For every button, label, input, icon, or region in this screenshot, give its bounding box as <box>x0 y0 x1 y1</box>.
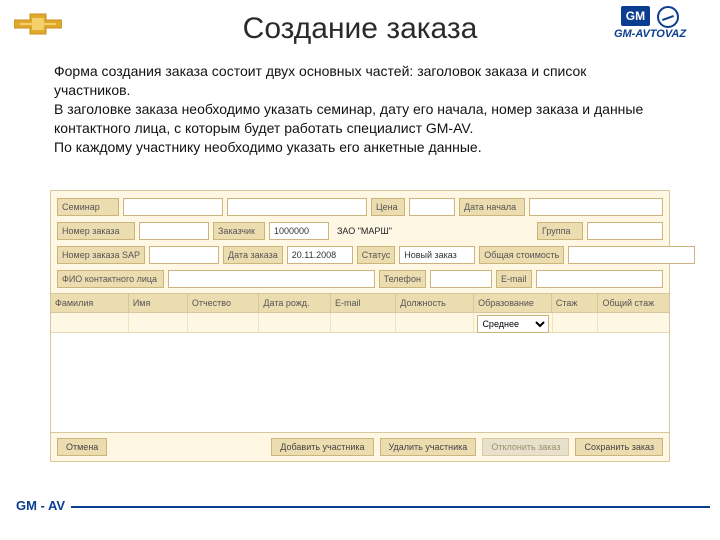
table-row[interactable]: Среднее <box>51 313 669 333</box>
th-position[interactable]: Должность <box>396 294 474 312</box>
delete-participant-button[interactable]: Удалить участника <box>380 438 477 456</box>
th-experience[interactable]: Стаж <box>552 294 599 312</box>
label-order-no: Номер заказа <box>57 222 135 240</box>
th-birth[interactable]: Дата рожд. <box>259 294 331 312</box>
price-input[interactable] <box>409 198 455 216</box>
save-order-button[interactable]: Сохранить заказ <box>575 438 663 456</box>
label-total-cost: Общая стоимость <box>479 246 564 264</box>
seminar-code-input[interactable] <box>123 198 223 216</box>
contact-fio-input[interactable] <box>168 270 374 288</box>
order-form-panel: Семинар Цена Дата начала Номер заказа За… <box>50 190 670 462</box>
label-status: Статус <box>357 246 395 264</box>
order-date-input[interactable] <box>287 246 353 264</box>
customer-name-text: ЗАО "МАРШ" <box>333 226 396 236</box>
form-footer-bar: Отмена Добавить участника Удалить участн… <box>51 433 669 461</box>
email-input[interactable] <box>536 270 663 288</box>
order-no-input[interactable] <box>139 222 209 240</box>
label-email: E-mail <box>496 270 532 288</box>
intro-paragraph-3: По каждому участнику необходимо указать … <box>54 138 666 157</box>
th-patronymic[interactable]: Отчество <box>188 294 260 312</box>
label-order-sap: Номер заказа SAP <box>57 246 145 264</box>
page-title: Создание заказа <box>0 12 720 46</box>
page-footer: GM - AV <box>10 506 710 530</box>
group-input[interactable] <box>587 222 663 240</box>
status-input[interactable] <box>399 246 475 264</box>
th-total-experience[interactable]: Общий стаж <box>598 294 669 312</box>
total-cost-input[interactable] <box>568 246 695 264</box>
customer-code-input[interactable] <box>269 222 329 240</box>
label-customer: Заказчик <box>213 222 265 240</box>
education-select[interactable]: Среднее <box>477 315 548 333</box>
th-name[interactable]: Имя <box>129 294 188 312</box>
label-group: Группа <box>537 222 583 240</box>
th-education[interactable]: Образование <box>474 294 552 312</box>
intro-text: Форма создания заказа состоит двух основ… <box>54 62 666 156</box>
label-phone: Телефон <box>379 270 426 288</box>
add-participant-button[interactable]: Добавить участника <box>271 438 373 456</box>
th-email[interactable]: E-mail <box>331 294 396 312</box>
label-contact-fio: ФИО контактного лица <box>57 270 164 288</box>
participants-table-header: Фамилия Имя Отчество Дата рожд. E-mail Д… <box>51 293 669 313</box>
intro-paragraph-1: Форма создания заказа состоит двух основ… <box>54 62 666 100</box>
decline-order-button: Отклонить заказ <box>482 438 569 456</box>
order-sap-input[interactable] <box>149 246 219 264</box>
start-date-input[interactable] <box>529 198 663 216</box>
label-seminar: Семинар <box>57 198 119 216</box>
th-surname[interactable]: Фамилия <box>51 294 129 312</box>
participants-grid-body <box>51 333 669 433</box>
footer-gmav-text: GM - AV <box>10 498 71 513</box>
seminar-name-input[interactable] <box>227 198 367 216</box>
order-header: Семинар Цена Дата начала Номер заказа За… <box>51 191 669 293</box>
label-price: Цена <box>371 198 405 216</box>
cancel-button[interactable]: Отмена <box>57 438 107 456</box>
phone-input[interactable] <box>430 270 492 288</box>
label-order-date: Дата заказа <box>223 246 283 264</box>
label-start-date: Дата начала <box>459 198 525 216</box>
intro-paragraph-2: В заголовке заказа необходимо указать се… <box>54 100 666 138</box>
